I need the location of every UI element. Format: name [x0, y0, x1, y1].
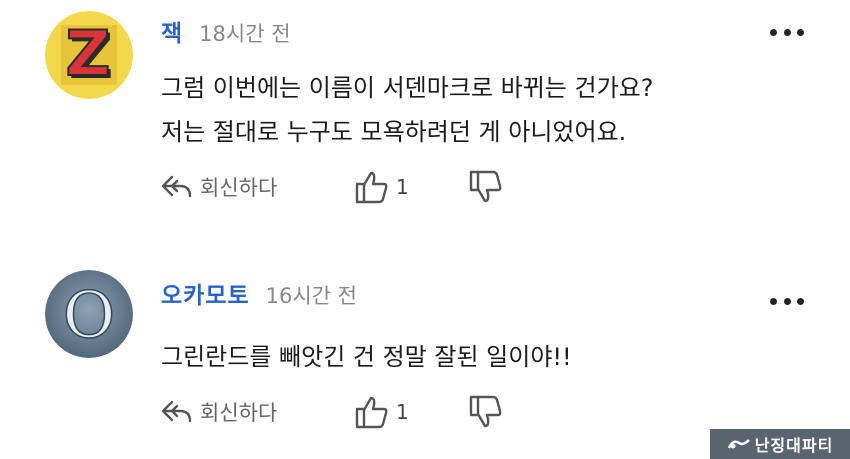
author-name[interactable]: 잭 — [161, 14, 183, 48]
comment-meta: 잭 18시간 전 — [161, 14, 291, 54]
watermark-text: 난징대파티 — [754, 436, 834, 455]
thumbs-up-icon — [355, 171, 388, 204]
like-button[interactable]: 1 — [354, 392, 409, 432]
reply-arrow-icon — [161, 400, 192, 423]
comment-text: 그럼 이번에는 이름이 서덴마크로 바뀌는 건가요? 저는 절대로 누구도 모욕… — [161, 66, 811, 154]
avatar[interactable]: O — [45, 270, 133, 358]
like-button[interactable]: 1 — [354, 167, 409, 207]
avatar-o-image: O — [45, 270, 133, 358]
reply-button[interactable]: 회신하다 — [160, 392, 277, 432]
reply-arrow-icon — [161, 175, 192, 198]
avatar-z-image: Z Z — [45, 11, 133, 99]
author-name[interactable]: 오카모토 — [161, 276, 250, 310]
more-dots-icon[interactable] — [770, 296, 804, 306]
timestamp: 16시간 전 — [265, 284, 357, 308]
svg-text:Z: Z — [66, 17, 111, 90]
comment-line: 그린란드를 빼앗긴 건 정말 잘된 일이야!! — [161, 343, 572, 371]
thumbs-down-icon — [469, 170, 502, 203]
timestamp: 18시간 전 — [199, 22, 291, 46]
comment-actions: 회신하다 1 — [160, 167, 560, 207]
watermark-logo-icon — [727, 439, 750, 449]
comment-meta: 오카모토 16시간 전 — [161, 276, 357, 316]
comment-text: 그린란드를 빼앗긴 건 정말 잘된 일이야!! — [161, 335, 811, 379]
reply-label: 회신하다 — [200, 401, 278, 425]
thumbs-up-icon — [355, 396, 388, 429]
thumbs-down-icon — [469, 395, 502, 428]
watermark: 난징대파티 — [710, 429, 850, 459]
dislike-button[interactable] — [468, 167, 504, 207]
like-count: 1 — [396, 175, 409, 199]
reply-button[interactable]: 회신하다 — [160, 167, 277, 207]
svg-text:O: O — [63, 279, 115, 353]
like-count: 1 — [396, 400, 409, 424]
comment-line: 저는 절대로 누구도 모욕하려던 게 아니었어요. — [161, 118, 627, 146]
reply-label: 회신하다 — [200, 176, 278, 200]
comment-actions: 회신하다 1 — [160, 392, 560, 432]
dislike-button[interactable] — [468, 392, 504, 432]
more-dots-icon[interactable] — [770, 27, 804, 37]
comment: Z Z 잭 18시간 전 그럼 이번에는 이름이 서덴마크로 바뀌는 건가요? … — [0, 0, 850, 245]
comment-line: 그럼 이번에는 이름이 서덴마크로 바뀌는 건가요? — [161, 74, 654, 102]
avatar[interactable]: Z Z — [45, 11, 133, 99]
